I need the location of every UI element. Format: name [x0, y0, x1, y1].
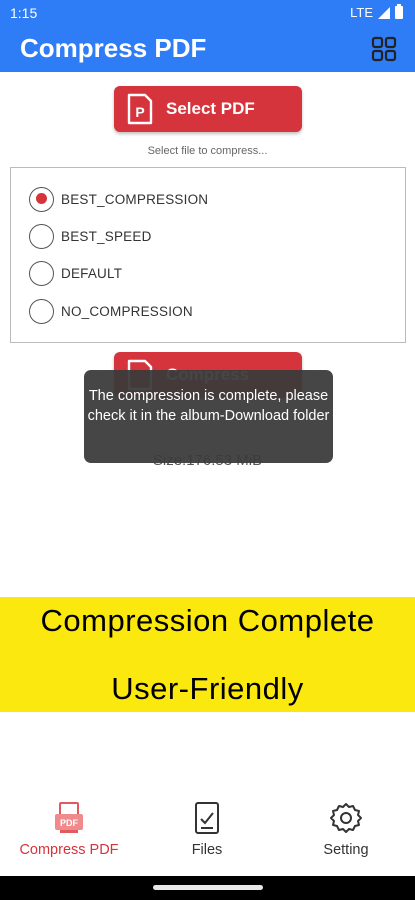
option-default[interactable]: DEFAULT — [29, 260, 122, 286]
select-pdf-button[interactable]: P Select PDF — [114, 86, 302, 132]
hint-text: Select file to compress... — [147, 145, 268, 157]
gesture-bar — [0, 876, 415, 900]
option-no-compression[interactable]: NO_COMPRESSION — [29, 298, 193, 324]
radio-button[interactable] — [29, 298, 54, 324]
compression-options: BEST_COMPRESSION BEST_SPEED DEFAULT NO_C… — [10, 167, 406, 343]
grid-icon[interactable] — [371, 36, 397, 62]
file-check-icon — [195, 802, 219, 834]
pdf-file-icon: P — [127, 93, 153, 125]
status-bar: 1:15 LTE — [0, 0, 415, 26]
banner-line-1: Compression Complete — [40, 603, 375, 638]
option-label: BEST_COMPRESSION — [61, 191, 209, 207]
pdf-icon: PDF — [55, 802, 83, 833]
nav-label: Files — [191, 842, 223, 858]
nav-label: Compress PDF — [19, 842, 119, 858]
svg-text:PDF: PDF — [60, 818, 79, 828]
select-pdf-label: Select PDF — [166, 99, 255, 118]
battery-icon — [395, 4, 403, 19]
radio-button[interactable] — [29, 186, 54, 212]
promo-banner: Compression Complete User-Friendly — [0, 597, 415, 712]
option-best-speed[interactable]: BEST_SPEED — [29, 223, 152, 249]
app-title: Compress PDF — [20, 33, 207, 63]
signal-icon — [378, 6, 390, 19]
banner-line-2: User-Friendly — [111, 671, 304, 706]
radio-button[interactable] — [29, 223, 54, 249]
option-label: BEST_SPEED — [61, 228, 152, 244]
toast-message: The compression is complete, please chec… — [84, 370, 333, 463]
status-time: 1:15 — [10, 5, 38, 21]
option-label: NO_COMPRESSION — [61, 303, 193, 319]
status-indicators: LTE — [350, 4, 403, 20]
network-type: LTE — [350, 5, 373, 20]
nav-files[interactable]: Files — [138, 800, 276, 858]
option-label: DEFAULT — [61, 265, 123, 281]
app-bar: Compress PDF — [0, 26, 415, 72]
svg-text:P: P — [135, 104, 144, 120]
nav-compress-pdf[interactable]: PDF Compress PDF — [0, 800, 138, 858]
nav-label: Setting — [323, 842, 369, 858]
bottom-nav: PDF Compress PDF Files Setting — [0, 790, 415, 876]
radio-button[interactable] — [29, 260, 54, 286]
gear-icon — [330, 803, 362, 833]
nav-setting[interactable]: Setting — [277, 800, 415, 858]
home-indicator[interactable] — [153, 885, 263, 890]
option-best-compression[interactable]: BEST_COMPRESSION — [29, 186, 208, 212]
